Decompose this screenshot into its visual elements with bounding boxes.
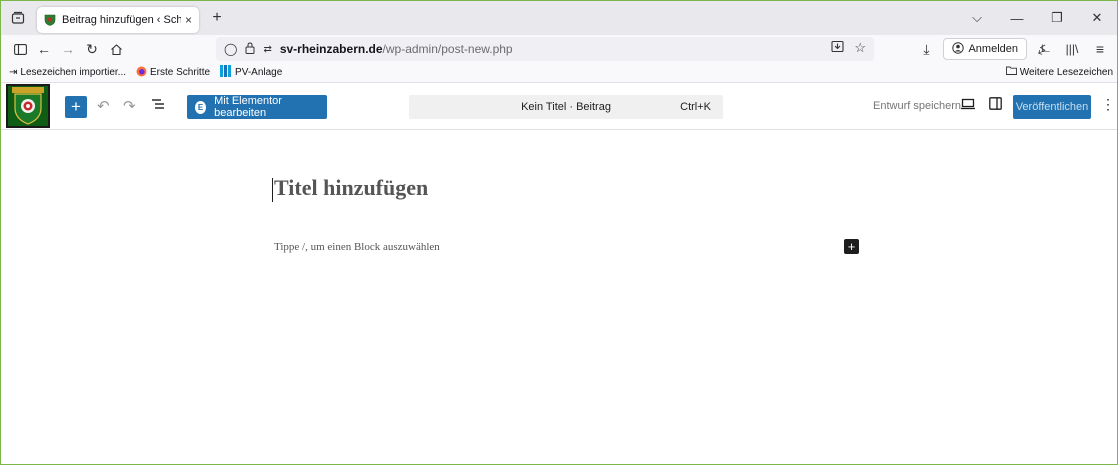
bookmark-label: PV-Anlage xyxy=(235,67,283,78)
signin-button[interactable]: Anmelden xyxy=(943,38,1027,60)
bookmark-label: Erste Schritte xyxy=(150,67,211,78)
address-bar[interactable]: ◯ ⇄ sv-rheinzabern.de/wp-admin/post-new.… xyxy=(216,37,874,61)
redo-icon[interactable]: ↷ xyxy=(123,97,136,115)
block-inserter-button[interactable]: + xyxy=(65,96,87,118)
tab-strip: Beitrag hinzufügen ‹ Schützenv × + ⌵ — ❐… xyxy=(1,1,1117,35)
bookmark-getting-started[interactable]: Erste Schritte xyxy=(136,66,210,80)
chevron-down-icon[interactable]: ⌵ xyxy=(957,10,997,26)
lock-icon[interactable] xyxy=(245,41,255,57)
sidebar-toggle-icon[interactable] xyxy=(9,38,31,60)
url-path: /wp-admin/post-new.php xyxy=(382,42,513,56)
post-title-input[interactable]: Titel hinzufügen xyxy=(274,175,428,201)
menu-icon[interactable]: ≡ xyxy=(1089,41,1111,57)
tab-active[interactable]: Beitrag hinzufügen ‹ Schützenv × xyxy=(37,7,199,33)
shield-favicon-icon xyxy=(44,14,56,26)
new-tab-button[interactable]: + xyxy=(203,5,231,31)
save-draft-button[interactable]: Entwurf speichern xyxy=(873,100,961,112)
close-window-icon[interactable]: ✕ xyxy=(1077,10,1117,26)
command-shortcut: Ctrl+K xyxy=(680,101,711,113)
undo-icon[interactable]: ↶ xyxy=(97,97,110,115)
signin-label: Anmelden xyxy=(968,43,1018,55)
shield-icon[interactable]: ◯ xyxy=(224,42,237,56)
account-icon xyxy=(952,41,965,57)
back-icon[interactable]: ← xyxy=(33,38,55,60)
other-bookmarks-label: Weitere Lesezeichen xyxy=(1019,66,1113,78)
site-logo[interactable] xyxy=(6,84,50,128)
tab-close-icon[interactable]: × xyxy=(185,13,192,27)
browser-window: Beitrag hinzufügen ‹ Schützenv × + ⌵ — ❐… xyxy=(0,0,1118,465)
settings-sidebar-icon[interactable] xyxy=(989,97,1002,113)
editor-canvas: Titel hinzufügen Tippe /, um einen Block… xyxy=(1,130,1117,464)
options-menu-icon[interactable]: ⋮ xyxy=(1101,96,1115,113)
downloads-icon[interactable]: ⤓ xyxy=(915,41,937,58)
preview-icon[interactable] xyxy=(961,97,975,113)
bookmark-pv-anlage[interactable]: PV-Anlage xyxy=(220,65,282,80)
block-placeholder[interactable]: Tippe /, um einen Block auszuwählen xyxy=(274,241,440,253)
document-overview-icon[interactable] xyxy=(151,97,165,114)
text-caret xyxy=(272,178,273,202)
home-icon[interactable] xyxy=(105,38,127,60)
elementor-icon: E xyxy=(195,100,207,114)
folder-icon xyxy=(1005,66,1017,78)
editor-header: + ↶ ↷ E Mit Elementor bearbeiten Kein Ti… xyxy=(1,83,1117,130)
toolbar-right: ⤓ Anmelden ⍼ |||\ ≡ xyxy=(915,37,1111,61)
tab-title: Beitrag hinzufügen ‹ Schützenv xyxy=(62,14,181,26)
elementor-edit-button[interactable]: E Mit Elementor bearbeiten xyxy=(187,95,327,119)
crest-icon xyxy=(12,87,44,125)
list-all-tabs-icon[interactable] xyxy=(1,1,35,35)
import-icon: ⇥ xyxy=(9,67,18,78)
reader-view-icon[interactable] xyxy=(831,40,844,56)
permissions-icon[interactable]: ⇄ xyxy=(263,44,271,55)
other-bookmarks[interactable]: Weitere Lesezeichen xyxy=(1005,66,1113,78)
library-icon[interactable]: |||\ xyxy=(1061,42,1083,56)
command-bar-label: Kein Titel · Beitrag xyxy=(521,101,611,113)
bookmark-star-icon[interactable]: ☆ xyxy=(854,40,866,56)
command-palette-bar[interactable]: Kein Titel · Beitrag Ctrl+K xyxy=(409,95,723,119)
minimize-icon[interactable]: — xyxy=(997,11,1037,26)
window-controls: ⌵ — ❐ ✕ xyxy=(957,1,1117,35)
solar-panel-icon xyxy=(220,65,232,80)
bookmarks-toolbar: ⇥ Lesezeichen importier... Erste Schritt… xyxy=(1,63,1117,83)
bookmark-label: Lesezeichen importier... xyxy=(20,67,127,78)
firefox-icon xyxy=(136,66,147,80)
elementor-label: Mit Elementor bearbeiten xyxy=(214,95,282,119)
bookmark-import[interactable]: ⇥ Lesezeichen importier... xyxy=(9,67,126,78)
url-host: sv-rheinzabern.de xyxy=(279,42,383,56)
forward-icon[interactable]: → xyxy=(57,38,79,60)
reload-icon[interactable]: ↻ xyxy=(81,38,103,60)
extensions-icon[interactable]: ⍼ xyxy=(1033,41,1055,58)
restore-icon[interactable]: ❐ xyxy=(1037,10,1077,26)
navigation-bar: ← → ↻ ◯ ⇄ sv-rheinzabern.de/wp-admin/pos… xyxy=(1,35,1117,63)
publish-button[interactable]: Veröffentlichen xyxy=(1013,95,1091,119)
add-block-button[interactable]: + xyxy=(844,239,859,254)
